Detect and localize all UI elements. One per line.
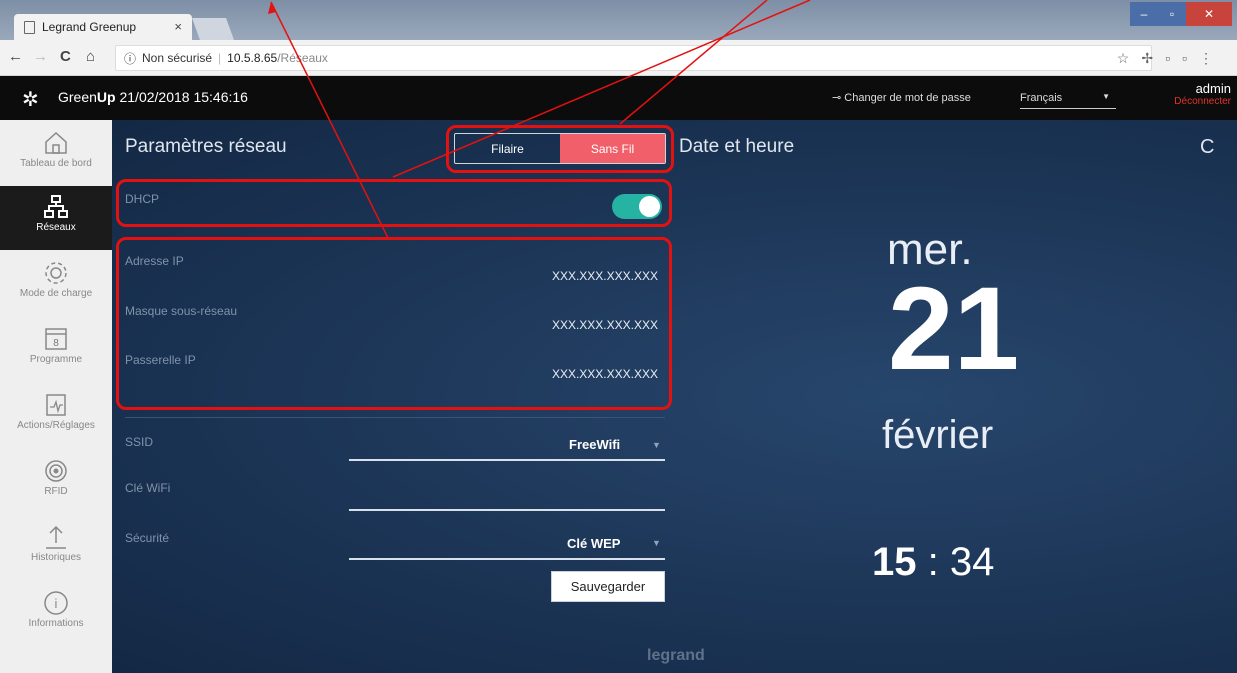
sidebar: Tableau de bord Réseaux Mode de charge 8… <box>0 120 112 673</box>
security-label: Sécurité <box>125 531 170 545</box>
browser-tabbar: Legrand Greenup × – ▫ ✕ <box>0 0 1237 40</box>
save-button[interactable]: Sauvegarder <box>551 571 665 602</box>
logout-link[interactable]: Déconnecter <box>1174 95 1231 108</box>
sidebar-item-actions-settings[interactable]: Actions/Réglages <box>0 384 112 448</box>
address-host: 10.5.8.65 <box>227 51 278 65</box>
day-number: 21 <box>888 263 1020 395</box>
sidebar-item-networks[interactable]: Réseaux <box>0 186 112 250</box>
svg-text:8: 8 <box>53 338 59 349</box>
wifi-key-underline <box>349 509 665 511</box>
sidebar-item-information[interactable]: i Informations <box>0 582 112 646</box>
browser-toolbar: ← → C ⌂ ⓘ Non sécurisé | 10.5.8.65 /Rése… <box>0 40 1237 76</box>
network-icon <box>44 195 68 218</box>
forward-icon[interactable]: → <box>33 48 48 65</box>
browser-tab[interactable]: Legrand Greenup × <box>14 14 192 40</box>
refresh-icon[interactable]: C <box>1200 136 1214 159</box>
annotation-box-ip-fields <box>116 237 672 410</box>
annotation-box-dhcp <box>116 179 672 227</box>
settings-gear-icon[interactable]: ✲ <box>22 87 39 112</box>
calendar-icon: 8 <box>45 328 67 350</box>
wifi-key-label: Clé WiFi <box>125 481 171 495</box>
page-icon <box>24 20 35 34</box>
sidebar-item-charge-mode[interactable]: Mode de charge <box>0 252 112 316</box>
extension-icons[interactable]: ☆✢▫▫⋮ <box>1117 50 1225 67</box>
back-icon[interactable]: ← <box>8 48 23 65</box>
clock-minutes: 34 <box>949 540 995 584</box>
user-menu: admin Déconnecter <box>1174 82 1231 108</box>
key-icon: ⊸ <box>832 92 845 104</box>
sidebar-item-program[interactable]: 8 Programme <box>0 318 112 382</box>
home-icon[interactable]: ⌂ <box>86 48 95 65</box>
screen: Legrand Greenup × – ▫ ✕ ← → C ⌂ ⓘ Non sé… <box>0 0 1237 673</box>
info-icon[interactable]: ⓘ <box>124 50 136 67</box>
chevron-down-icon: ▼ <box>652 440 661 450</box>
chevron-down-icon: ▼ <box>1102 92 1110 101</box>
user-name: admin <box>1195 81 1231 96</box>
security-underline <box>349 558 665 560</box>
network-settings-title: Paramètres réseau <box>125 136 287 157</box>
upload-icon <box>46 525 66 549</box>
legrand-logo: legrand <box>647 647 705 664</box>
change-password-link[interactable]: ⊸ Changer de mot de passe <box>832 91 971 104</box>
rfid-icon <box>45 460 67 482</box>
window-close-button[interactable]: ✕ <box>1186 2 1232 26</box>
chevron-down-icon: ▼ <box>652 538 661 548</box>
tab-title: Legrand Greenup <box>42 20 137 34</box>
sidebar-item-history[interactable]: Historiques <box>0 516 112 580</box>
ssid-label: SSID <box>125 435 154 449</box>
section-divider <box>125 417 665 418</box>
clock: 15 : 34 <box>872 540 994 585</box>
sidebar-item-dashboard[interactable]: Tableau de bord <box>0 122 112 186</box>
ssid-underline <box>349 459 665 461</box>
tab-close-icon[interactable]: × <box>174 19 182 34</box>
header-datetime: 21/02/2018 15:46:16 <box>119 89 248 105</box>
window-minimize-button[interactable]: – <box>1130 2 1158 26</box>
date-time-title: Date et heure <box>679 136 795 157</box>
app-brand: GreenUp 21/02/2018 15:46:16 <box>58 89 248 105</box>
home-icon <box>45 131 67 154</box>
clock-hours: 15 <box>872 540 917 584</box>
window-maximize-button[interactable]: ▫ <box>1158 2 1186 26</box>
reload-icon[interactable]: C <box>60 48 71 65</box>
svg-text:i: i <box>55 596 58 611</box>
clipboard-icon <box>46 394 66 416</box>
annotation-box-tabs <box>446 125 674 173</box>
gear-icon <box>45 262 67 284</box>
info-icon: i <box>44 591 68 615</box>
app-header: ✲ GreenUp 21/02/2018 15:46:16 ⊸ Changer … <box>0 76 1237 120</box>
language-select[interactable]: Français ▼ <box>1020 87 1116 109</box>
clock-separator: : <box>927 540 939 584</box>
address-separator: | <box>218 51 222 65</box>
sidebar-item-rfid[interactable]: RFID <box>0 450 112 514</box>
new-tab-button[interactable] <box>191 18 235 40</box>
security-label: Non sécurisé <box>142 51 213 65</box>
main-panel: Paramètres réseau Filaire Sans Fil DHCP … <box>112 120 1237 673</box>
address-bar[interactable]: ⓘ Non sécurisé | 10.5.8.65 /Réseaux <box>115 45 1152 71</box>
month-name: février <box>882 413 994 457</box>
address-path: /Réseaux <box>277 51 328 65</box>
